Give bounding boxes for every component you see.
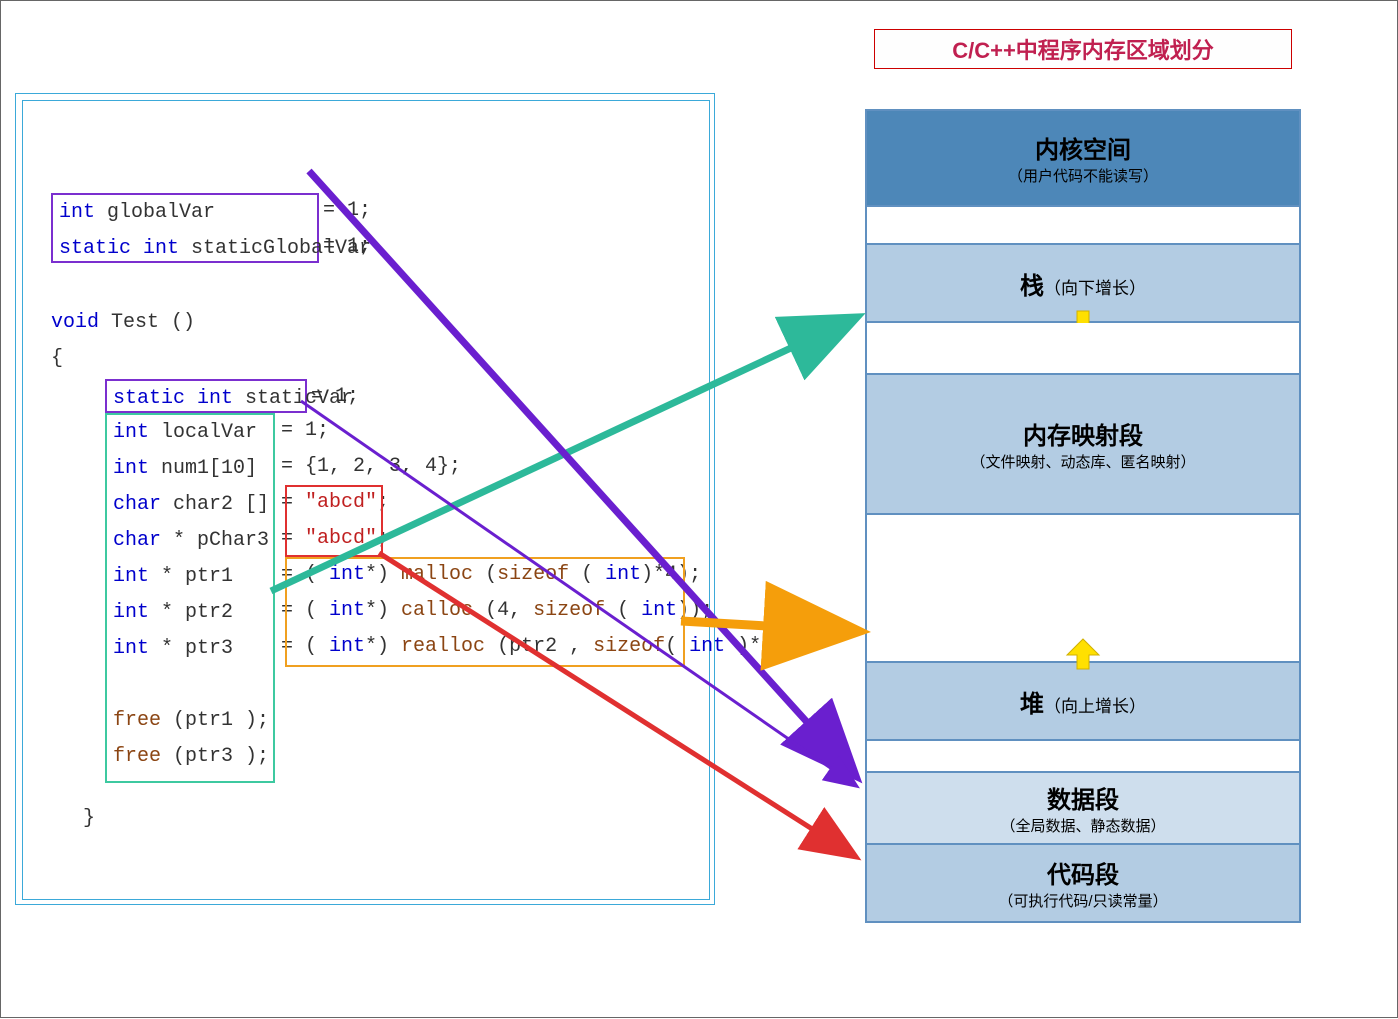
mem-mmap: 内存映射段 （文件映射、动态库、匿名映射） bbox=[867, 375, 1299, 515]
diagram-title-box: C/C++中程序内存区域划分 bbox=[874, 29, 1292, 69]
string-literal-box bbox=[285, 485, 383, 557]
mem-stack: 栈（向下增长） bbox=[867, 245, 1299, 323]
mem-data-sub: （全局数据、静态数据） bbox=[1000, 815, 1165, 836]
code-num1: int num1[10] bbox=[113, 451, 267, 487]
code-staticglobalvar: static int staticGlobalVar bbox=[59, 231, 311, 267]
code-num1-val: = {1, 2, 3, 4}; bbox=[281, 449, 461, 485]
code-ptr3: int * ptr3 bbox=[113, 631, 267, 667]
mem-gap-1 bbox=[867, 207, 1299, 245]
global-vars-box: int globalVar static int staticGlobalVar bbox=[51, 193, 319, 263]
mem-kernel-sub: （用户代码不能读写） bbox=[1008, 165, 1158, 186]
code-blank bbox=[113, 667, 267, 703]
code-void-test: void Test () bbox=[51, 305, 195, 341]
code-ptr1: int * ptr1 bbox=[113, 559, 267, 595]
mem-kernel-title: 内核空间 bbox=[1035, 130, 1131, 165]
mem-mmap-title: 内存映射段 bbox=[1023, 416, 1143, 451]
diagram-title: C/C++中程序内存区域划分 bbox=[952, 33, 1214, 65]
code-ptr2: int * ptr2 bbox=[113, 595, 267, 631]
code-localvar: int localVar bbox=[113, 415, 267, 451]
heap-up-arrow-icon bbox=[1065, 637, 1101, 671]
mem-code-sub: （可执行代码/只读常量） bbox=[998, 890, 1167, 911]
code-globalvar-val: = 1; bbox=[323, 193, 371, 229]
mem-mmap-sub: （文件映射、动态库、匿名映射） bbox=[970, 451, 1195, 472]
local-vars-box: int localVar int num1[10] char char2 [] … bbox=[105, 413, 275, 783]
mem-code-title: 代码段 bbox=[1047, 855, 1119, 890]
mem-kernel: 内核空间 （用户代码不能读写） bbox=[867, 111, 1299, 207]
code-free1: free (ptr1 ); bbox=[113, 703, 267, 739]
code-localvar-val: = 1; bbox=[281, 413, 329, 449]
static-var-box: static int staticVar bbox=[105, 379, 307, 413]
code-panel-inner: int globalVar static int staticGlobalVar… bbox=[22, 100, 710, 900]
mem-data: 数据段 （全局数据、静态数据） bbox=[867, 773, 1299, 845]
mem-gap-2 bbox=[867, 323, 1299, 375]
code-staticglobalvar-val: = 1; bbox=[323, 229, 371, 265]
mem-heap: 堆（向上增长） bbox=[867, 663, 1299, 741]
code-staticvar-val: = 1; bbox=[311, 379, 359, 415]
memory-layout-table: 内核空间 （用户代码不能读写） 栈（向下增长） 内存映射段 （文件映射、动态库、… bbox=[865, 109, 1301, 923]
mem-heap-line: 堆（向上增长） bbox=[1020, 684, 1146, 719]
code-close-brace: } bbox=[83, 801, 95, 837]
mem-data-title: 数据段 bbox=[1047, 780, 1119, 815]
code-panel-outer: int globalVar static int staticGlobalVar… bbox=[15, 93, 715, 905]
code-char2: char char2 [] bbox=[113, 487, 267, 523]
code-pchar3: char * pChar3 bbox=[113, 523, 267, 559]
code-globalvar: int globalVar bbox=[59, 195, 311, 231]
malloc-box bbox=[285, 557, 685, 667]
code-open-brace: { bbox=[51, 341, 63, 377]
mem-stack-line: 栈（向下增长） bbox=[1020, 266, 1146, 301]
mem-codeseg: 代码段 （可执行代码/只读常量） bbox=[867, 845, 1299, 921]
code-free3: free (ptr3 ); bbox=[113, 739, 267, 775]
mem-gap-4 bbox=[867, 741, 1299, 773]
code-staticvar: static int staticVar bbox=[113, 381, 299, 417]
